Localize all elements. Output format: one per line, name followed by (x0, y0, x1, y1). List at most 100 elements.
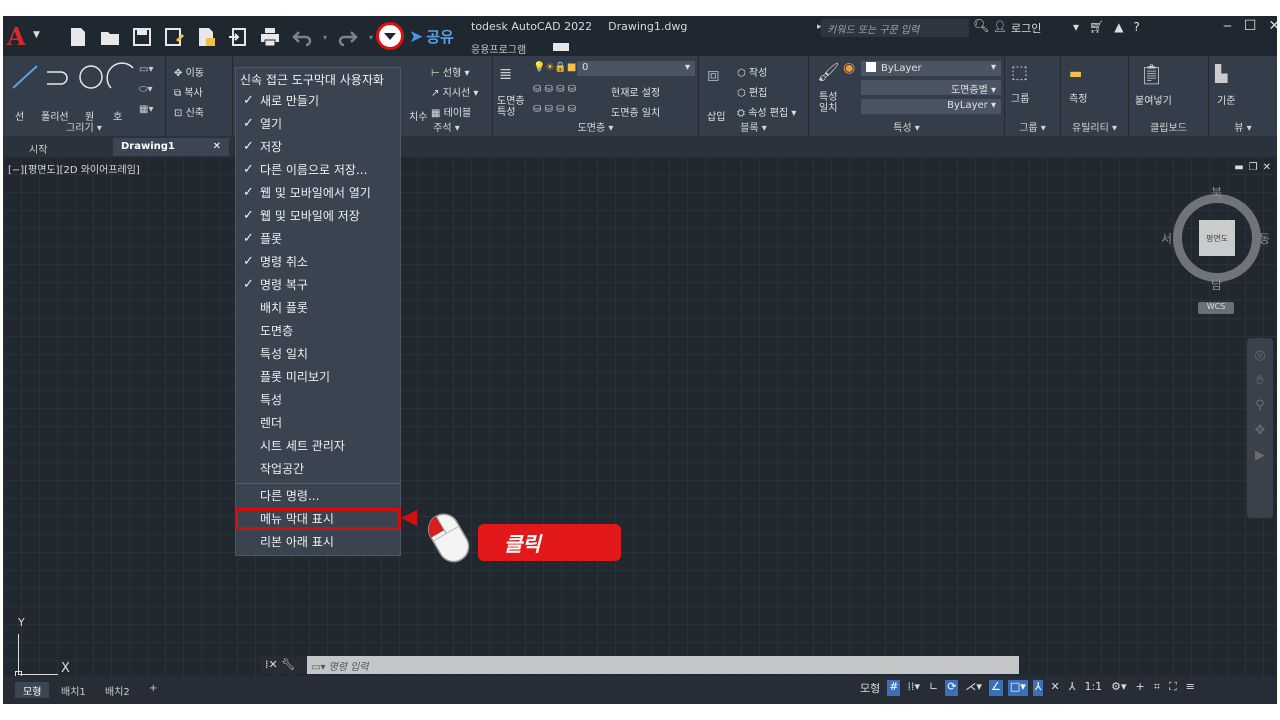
menu-item-save[interactable]: ✓ 저장 (236, 137, 400, 157)
leader-tool[interactable]: ↗ 지시선 ▾ (431, 84, 478, 99)
auto-scale-icon[interactable]: ✕ (1048, 680, 1061, 696)
ribbon-group-label-draw[interactable]: 그리기 ▾ (3, 119, 165, 134)
ellipse-icon[interactable]: ⬭▾ (139, 84, 153, 95)
wcs-menu[interactable]: WCS (1198, 302, 1234, 314)
layout-tab-layout2[interactable]: 배치2 (97, 682, 138, 698)
layer-tool-icons-row1[interactable]: ⛁ ⛁ ⛁ ⛁ (533, 84, 576, 95)
open-folder-icon[interactable] (97, 24, 123, 50)
orbit-icon[interactable]: ✥ (1247, 423, 1273, 438)
base-view-icon[interactable]: ▙ (1215, 64, 1227, 83)
linear-dim-tool[interactable]: ⊢ 선형 ▾ (431, 64, 470, 79)
attr-edit-tool[interactable]: ⛭ 속성 편집 ▾ (737, 104, 796, 119)
viewcube[interactable]: 평면도 북 남 동 서 (1161, 186, 1270, 292)
ribbon-group-label-layer[interactable]: 도면층 ▾ (493, 119, 698, 134)
grid-toggle-icon[interactable]: # (887, 680, 901, 696)
measure-tool[interactable]: 측정 (1069, 90, 1087, 105)
command-prompt-icon[interactable]: ▭▾ (311, 662, 329, 673)
layout-tab-layout1[interactable]: 배치1 (53, 682, 94, 698)
annotation-scale-icon[interactable]: ⅄ (1067, 680, 1078, 696)
menu-item-plot[interactable]: ✓ 플롯 (236, 229, 400, 249)
menu-item-save-web-mobile[interactable]: ✓ 웹 및 모바일에 저장 (236, 206, 400, 226)
viewport-restore-icon[interactable]: ❐ (1249, 162, 1258, 173)
cart-icon[interactable]: 🛒︎ (1089, 20, 1104, 34)
login-button[interactable]: 👤︎ 로그인 (993, 20, 1041, 36)
menu-item-plot-preview[interactable]: 플롯 미리보기 (236, 367, 400, 387)
menu-item-match-properties[interactable]: 특성 일치 (236, 344, 400, 364)
share-button[interactable]: ➤ 공유 (409, 26, 454, 47)
move-tool[interactable]: ✥ 이동 (174, 64, 204, 79)
customization-icon[interactable]: ≡ (1184, 680, 1197, 696)
group-tool[interactable]: 그룹 (1011, 90, 1029, 105)
fullscreen-icon[interactable]: ⛶ (1167, 680, 1179, 696)
workspace-gear-icon[interactable]: ⚙▾ (1109, 680, 1128, 696)
new-file-icon[interactable] (65, 24, 91, 50)
menu-item-sheet-set-manager[interactable]: 시트 세트 관리자 (236, 436, 400, 456)
ribbon-group-label-block[interactable]: 블록 ▾ (699, 119, 808, 134)
isodraft-icon[interactable]: ⋌▾ (963, 680, 984, 696)
object-snap-tracking-icon[interactable]: ∠ (988, 680, 1003, 696)
help-icon[interactable]: ? (1134, 20, 1140, 34)
command-input[interactable]: ▭▾ 명령 입력 (311, 658, 369, 673)
viewport-minimize-icon[interactable]: ▬ (1234, 162, 1243, 173)
undo-icon[interactable] (289, 24, 315, 50)
insert-block-icon[interactable]: ⧈ (707, 62, 720, 86)
edit-block-tool[interactable]: ⬡ 편집 (737, 84, 767, 99)
match-layer-tool[interactable]: 도면층 일치 (611, 104, 660, 119)
menu-item-show-menu-bar[interactable]: 메뉴 막대 표시 (235, 508, 401, 530)
ribbon-group-label-properties[interactable]: 특성 ▾ (809, 119, 1004, 134)
menu-item-properties[interactable]: 특성 (236, 390, 400, 410)
tab-drawing1[interactable]: Drawing1 ✕ (113, 138, 229, 156)
menu-item-render[interactable]: 렌더 (236, 413, 400, 433)
match-properties-tool[interactable]: 특성 일치 (819, 92, 837, 114)
viewport-close-icon[interactable]: ✕ (1263, 162, 1271, 173)
ribbon-group-label-group[interactable]: 그룹 ▾ (1005, 119, 1060, 134)
menu-item-save-as[interactable]: ✓ 다른 이름으로 저장... (236, 160, 400, 180)
color-dropdown[interactable]: ByLayer ▾ (861, 61, 1001, 76)
save-icon[interactable] (129, 24, 155, 50)
paste-tool[interactable]: 붙여넣기 (1135, 92, 1172, 107)
menu-item-open-web-mobile[interactable]: ✓ 웹 및 모바일에서 열기 (236, 183, 400, 203)
drawing-canvas[interactable]: [−][평면도][2D 와이어프레임] ▬ ❐ ✕ 평면도 북 남 동 서 WC… (3, 156, 1277, 678)
pan-icon[interactable]: ✋︎ (1247, 373, 1273, 388)
customize-icon[interactable]: 🔧︎ (281, 658, 295, 671)
undo-dropdown-icon[interactable]: ▾ (321, 24, 329, 50)
table-tool[interactable]: ▦ 테이블 (431, 104, 471, 119)
paste-icon[interactable]: 📋︎ (1139, 62, 1164, 86)
rectangle-icon[interactable]: ▭▾ (139, 64, 153, 75)
search-input[interactable]: 키워드 또는 구문 입력 (821, 19, 969, 37)
redo-dropdown-icon[interactable]: ▾ (367, 24, 375, 50)
menu-item-redo[interactable]: ✓ 명령 복구 (236, 275, 400, 295)
annotation-monitor-icon[interactable]: + (1134, 680, 1147, 696)
compass-south[interactable]: 남 (1211, 276, 1222, 293)
set-current-tool[interactable]: 현재로 설정 (611, 84, 660, 99)
layer-tool-icons-row2[interactable]: ⛁ ⛁ ⛁ ⛁ (533, 104, 576, 115)
menu-item-undo[interactable]: ✓ 명령 취소 (236, 252, 400, 272)
viewport-controls-label[interactable]: [−][평면도][2D 와이어프레임] (8, 161, 140, 176)
ortho-toggle-icon[interactable]: ∟ (927, 680, 940, 696)
menu-item-batch-plot[interactable]: 배치 플롯 (236, 298, 400, 318)
layer-properties-tool[interactable]: 도면층 특성 (497, 96, 525, 118)
maximize-icon[interactable]: ☐ (1244, 18, 1257, 34)
base-view-tool[interactable]: 기준 (1217, 92, 1235, 107)
showmotion-icon[interactable]: ▶ (1247, 448, 1273, 463)
ribbon-group-label-clipboard[interactable]: 클립보드 (1129, 119, 1208, 134)
menu-item-layer[interactable]: 도면층 (236, 321, 400, 341)
menu-item-workspace[interactable]: 작업공간 (236, 459, 400, 479)
annotation-scale-value[interactable]: 1:1 (1082, 680, 1104, 696)
group-icon[interactable]: ⬚ (1011, 62, 1028, 83)
autodesk-app-icon[interactable]: ▲ (1114, 20, 1123, 34)
ribbon-group-label-annotation[interactable]: 주석 ▾ (401, 119, 492, 134)
copy-tool[interactable]: ⧉ 복사 (174, 84, 203, 99)
lineweight-dropdown[interactable]: ByLayer ▾ (861, 99, 1001, 114)
customize-qat-button[interactable] (376, 22, 404, 50)
tab-start[interactable]: 시작 (21, 138, 91, 156)
compass-north[interactable]: 북 (1211, 184, 1222, 201)
ribbon-tab-apps[interactable]: 응용프로그램 (471, 41, 526, 56)
close-command-line-icon[interactable]: ⁞✕ (265, 658, 278, 671)
model-space-toggle[interactable]: 모형 (858, 680, 882, 696)
open-web-mobile-icon[interactable] (193, 24, 219, 50)
steering-wheel-icon[interactable]: ◎ (1247, 348, 1273, 363)
close-icon[interactable]: ✕ (1268, 18, 1277, 34)
save-as-icon[interactable] (161, 24, 187, 50)
save-web-mobile-icon[interactable] (225, 24, 251, 50)
